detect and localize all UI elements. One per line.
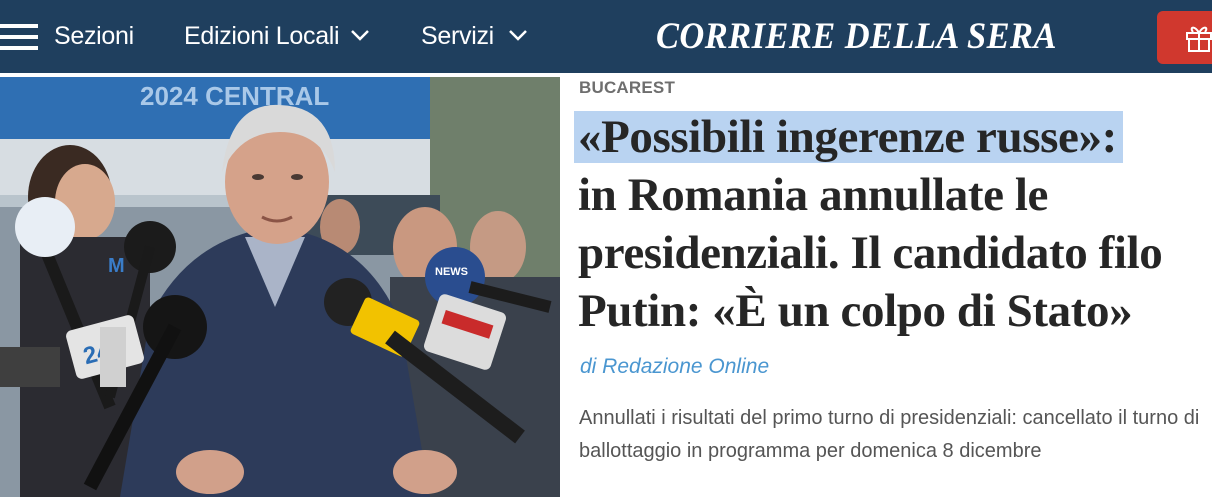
headline-rest-text: in Romania annullate le presidenziali. I… bbox=[578, 169, 1163, 337]
article-headline[interactable]: «Possibili ingerenze russe»: in Romania … bbox=[574, 108, 1208, 340]
sections-menu-label: Sezioni bbox=[54, 22, 134, 50]
local-editions-label: Edizioni Locali bbox=[184, 22, 340, 50]
hamburger-menu-icon bbox=[0, 24, 38, 50]
masthead-logo[interactable]: CORRIERE DELLA SERA bbox=[656, 14, 1056, 60]
mic-label-m: M bbox=[108, 255, 125, 277]
mic-label-news: NEWS bbox=[435, 266, 468, 278]
local-editions-dropdown[interactable]: Edizioni Locali bbox=[184, 18, 374, 56]
gift-icon bbox=[1186, 26, 1212, 52]
article-kicker[interactable]: BUCAREST bbox=[579, 78, 675, 98]
article-byline[interactable]: di Redazione Online bbox=[580, 355, 769, 379]
chevron-down-icon bbox=[508, 28, 528, 42]
article-summary: Annullati i risultati del primo turno di… bbox=[579, 407, 1200, 462]
top-navigation-bar: Sezioni Edizioni Locali Servizi CORRIERE… bbox=[0, 0, 1212, 73]
chevron-down-icon bbox=[350, 28, 370, 42]
services-dropdown[interactable]: Servizi bbox=[421, 18, 531, 56]
gift-button[interactable] bbox=[1157, 11, 1212, 64]
banner-text: 2024 CENTRAL bbox=[140, 81, 329, 111]
article-photo[interactable]: 2024 CENTRAL 24 NEWS M bbox=[0, 77, 560, 497]
sections-menu-button[interactable]: Sezioni bbox=[0, 18, 140, 56]
headline-highlighted-text: «Possibili ingerenze russe»: bbox=[574, 111, 1123, 163]
services-label: Servizi bbox=[421, 22, 494, 50]
